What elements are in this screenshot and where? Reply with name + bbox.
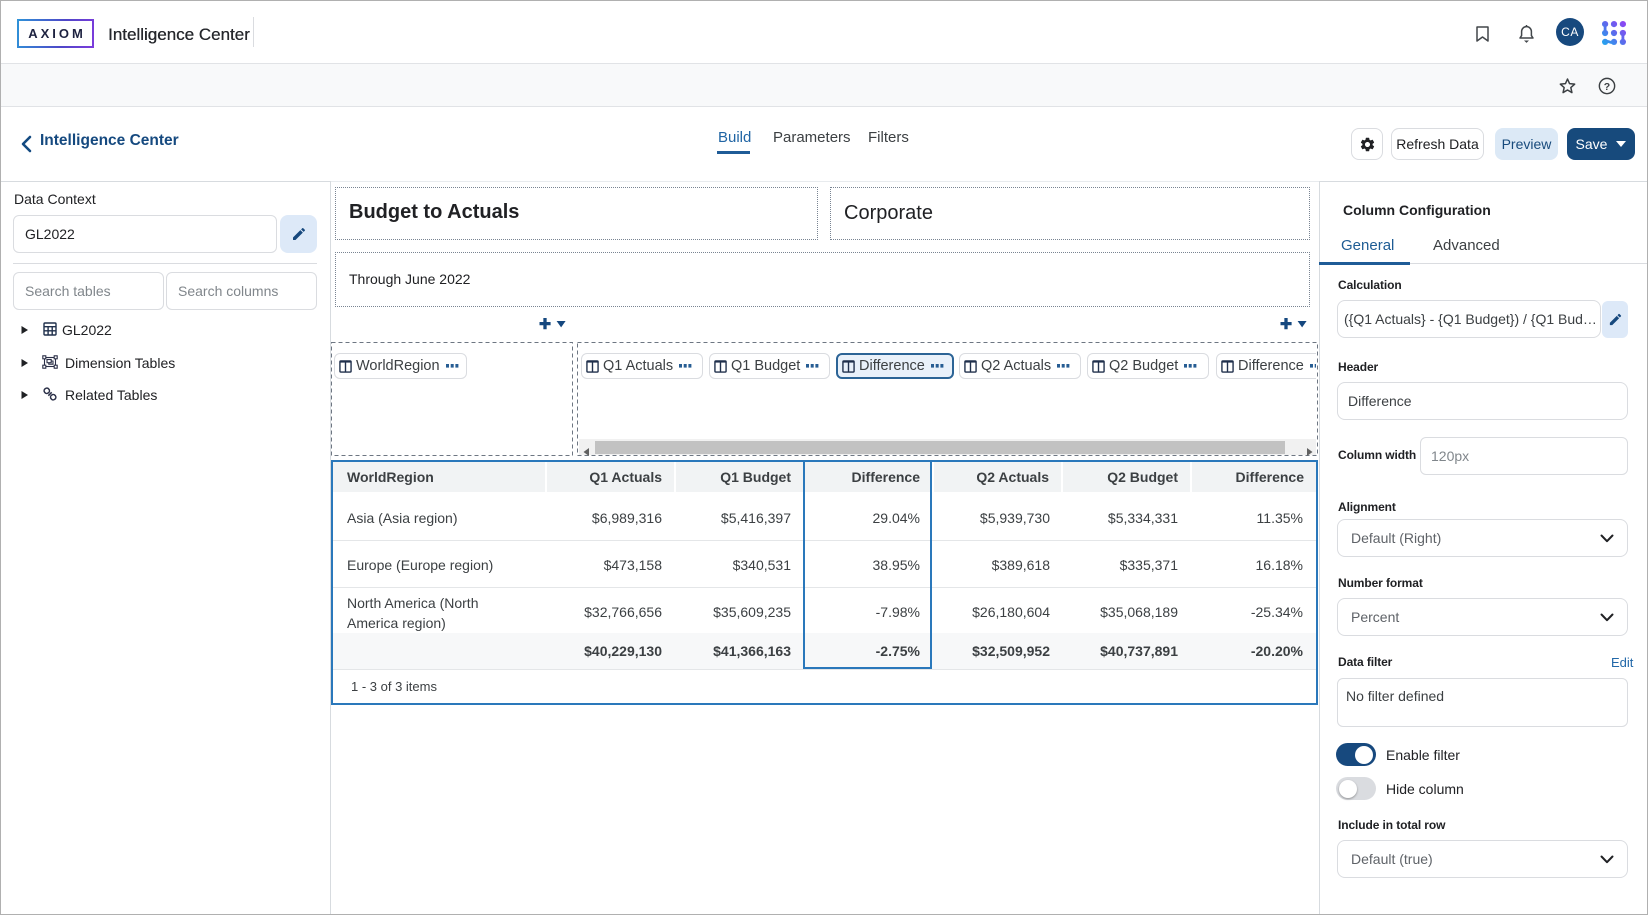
- svg-text:?: ?: [1604, 81, 1610, 93]
